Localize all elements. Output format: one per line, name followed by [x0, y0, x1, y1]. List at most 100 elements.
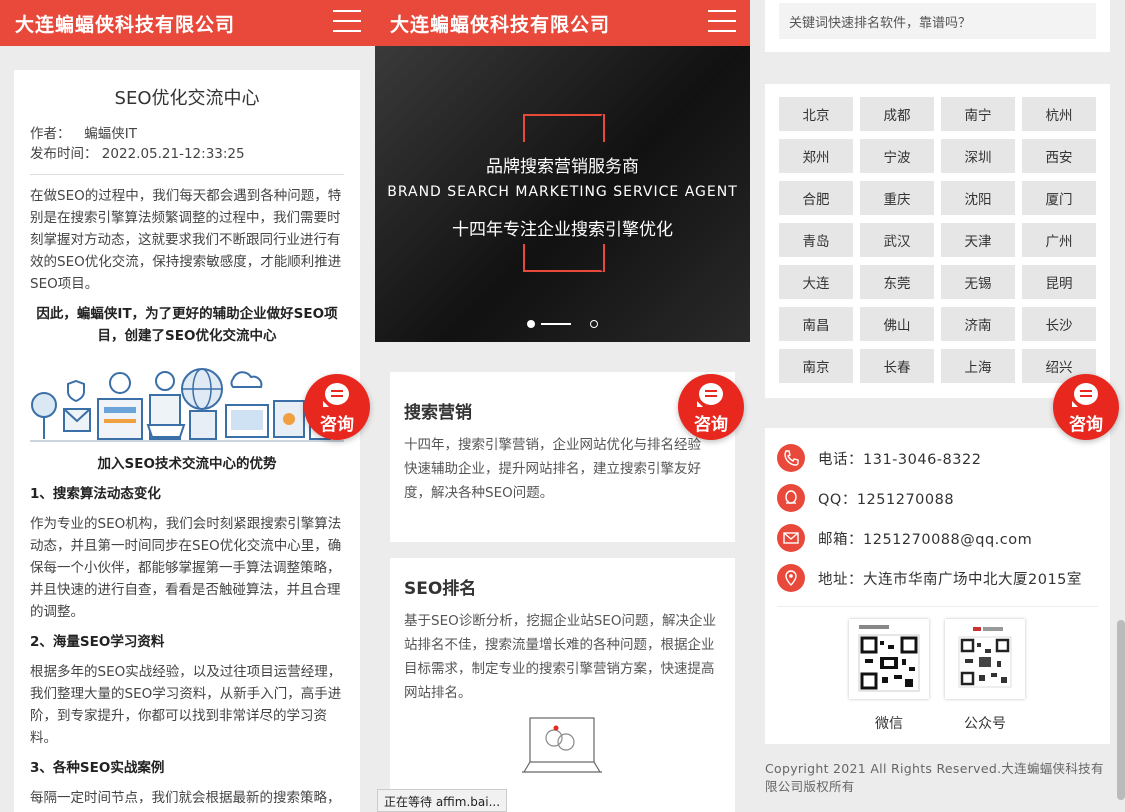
consult-label: 咨询 [1069, 415, 1103, 435]
article-column: 大连蝙蝠侠科技有限公司 SEO优化交流中心 作者： 蝙蝠侠IT 发布时间： 20… [0, 0, 375, 812]
city-link[interactable]: 西安 [1022, 139, 1096, 173]
city-link[interactable]: 杭州 [1022, 97, 1096, 131]
city-link[interactable]: 南宁 [941, 97, 1015, 131]
search-input[interactable] [779, 3, 1096, 39]
tech-icons-illustration [30, 368, 344, 442]
city-link[interactable]: 成都 [860, 97, 934, 131]
qr-official-account[interactable]: 公众号 [945, 619, 1025, 733]
official-account-label: 公众号 [964, 716, 1006, 732]
site-logo[interactable]: 大连蝙蝠侠科技有限公司 [390, 10, 610, 37]
service-title: SEO排名 [404, 579, 477, 599]
section-heading-2: 2、海量SEO学习资料 [30, 634, 165, 650]
browser-status-bar: 正在等待 affim.bai... [377, 789, 508, 812]
site-logo[interactable]: 大连蝙蝠侠科技有限公司 [15, 10, 235, 37]
home-column: 大连蝙蝠侠科技有限公司 品牌搜索营销服务商 BRAND SEARCH MARKE… [375, 0, 750, 812]
chat-icon [697, 383, 723, 407]
city-link[interactable]: 南昌 [779, 307, 853, 341]
service-title: 搜索营销 [404, 403, 472, 423]
city-link[interactable]: 广州 [1022, 223, 1096, 257]
city-link[interactable]: 深圳 [941, 139, 1015, 173]
wechat-qr-image [849, 619, 929, 699]
contact-phone[interactable]: 电话：131-3046-8322 [777, 438, 1098, 478]
article-card: SEO优化交流中心 作者： 蝙蝠侠IT 发布时间： 2022.05.21-12:… [14, 70, 360, 812]
city-link[interactable]: 天津 [941, 223, 1015, 257]
carousel-dot-active[interactable] [527, 320, 535, 328]
city-link[interactable]: 青岛 [779, 223, 853, 257]
city-link[interactable]: 武汉 [860, 223, 934, 257]
city-link[interactable]: 长沙 [1022, 307, 1096, 341]
menu-icon[interactable] [708, 10, 736, 34]
carousel-dot[interactable] [590, 320, 598, 328]
city-link[interactable]: 长春 [860, 349, 934, 383]
qr-wechat[interactable]: 微信 [849, 619, 929, 733]
wechat-label: 微信 [875, 716, 903, 732]
qq-text: QQ：1251270088 [818, 491, 955, 508]
service-text-2: 快速辅助企业，提升网站排名，建立搜索引擎友好度，解决各种SEO问题。 [404, 461, 701, 501]
divider [30, 174, 344, 175]
banner-tagline: 十四年专注企业搜索引擎优化 [452, 220, 673, 240]
consult-button[interactable]: 咨询 [678, 374, 744, 440]
article-highlight: 因此，蝙蝠侠IT，为了更好的辅助企业做好SEO项目，创建了SEO优化交流中心 [36, 306, 338, 344]
article-title: SEO优化交流中心 [114, 88, 260, 109]
service-card-seo-ranking[interactable]: SEO排名 基于SEO诊断分析，挖掘企业站SEO问题，解决企业站排名不佳，搜索流… [390, 558, 735, 812]
chat-icon [323, 383, 349, 407]
contact-email[interactable]: 邮箱：1251270088@qq.com [777, 518, 1098, 558]
city-link[interactable]: 厦门 [1022, 181, 1096, 215]
advantages-title: 加入SEO技术交流中心的优势 [97, 456, 277, 472]
seo-illustration [30, 361, 344, 443]
contact-address[interactable]: 地址：大连市华南广场中北大厦2015室 [777, 558, 1098, 598]
author-key: 作者： [30, 126, 71, 142]
article-meta: 作者： 蝙蝠侠IT 发布时间： 2022.05.21-12:33:25 [30, 124, 344, 164]
address-text: 地址：大连市华南广场中北大厦2015室 [818, 571, 1082, 588]
city-link[interactable]: 上海 [941, 349, 1015, 383]
city-link[interactable]: 南京 [779, 349, 853, 383]
consult-button[interactable]: 咨询 [1053, 374, 1119, 440]
carousel-indicators [527, 320, 607, 328]
section-text-1: 作为专业的SEO机构，我们会时刻紧跟搜索引擎算法动态，并且第一时间同步在SEO优… [30, 516, 342, 620]
official-account-qr-image [945, 619, 1025, 699]
city-link[interactable]: 重庆 [860, 181, 934, 215]
email-text: 邮箱：1251270088@qq.com [818, 531, 1033, 548]
city-link[interactable]: 无锡 [941, 265, 1015, 299]
section-text-3: 每隔一定时间节点，我们就会根据最新的搜索策略，推送不同行业以及不同类型网站的实战… [30, 790, 341, 806]
city-link[interactable]: 宁波 [860, 139, 934, 173]
scrollbar-thumb[interactable] [1117, 620, 1125, 800]
date-key: 发布时间： [30, 146, 98, 162]
city-panel: 北京 成都 南宁 杭州郑州 宁波 深圳 西安合肥 重庆 沈阳 厦门青岛 武汉 天津 广州大连 东莞 无锡 昆明… [765, 84, 1110, 398]
contact-panel: 电话：131-3046-8322 QQ：1251270088 邮箱：125127… [765, 428, 1110, 744]
header-bar: 大连蝙蝠侠科技有限公司 [0, 0, 375, 46]
banner-headline: 品牌搜索营销服务商 [486, 157, 639, 177]
divider [777, 606, 1098, 607]
consult-button[interactable]: 咨询 [304, 374, 370, 440]
qr-codes: 微信 公众号 [777, 619, 1098, 733]
city-grid: 北京 成都 南宁 杭州郑州 宁波 深圳 西安合肥 重庆 沈阳 厦门青岛 武汉 天津 广州大连 东莞 无锡 昆明… [779, 97, 1096, 383]
city-link[interactable]: 合肥 [779, 181, 853, 215]
city-link[interactable]: 大连 [779, 265, 853, 299]
city-link[interactable]: 沈阳 [941, 181, 1015, 215]
city-link[interactable]: 佛山 [860, 307, 934, 341]
qq-icon [777, 484, 805, 512]
city-link[interactable]: 济南 [941, 307, 1015, 341]
section-text-2: 根据多年的SEO实战经验，以及过往项目运营经理，我们整理大量的SEO学习资料，从… [30, 664, 342, 746]
carousel-progress [541, 323, 571, 325]
article-intro: 在做SEO的过程中，我们每天都会遇到各种问题，特别是在搜索引擎算法频繁调整的过程… [30, 188, 342, 292]
city-link[interactable]: 北京 [779, 97, 853, 131]
section-heading-1: 1、搜索算法动态变化 [30, 486, 161, 502]
city-link[interactable]: 东莞 [860, 265, 934, 299]
service-text: 十四年，搜索引擎营销，企业网站优化与排名经验 [404, 437, 701, 453]
author-name: 蝙蝠侠IT [84, 126, 138, 142]
city-link[interactable]: 昆明 [1022, 265, 1096, 299]
search-panel [765, 0, 1110, 52]
hero-banner[interactable]: 品牌搜索营销服务商 BRAND SEARCH MARKETING SERVICE… [375, 46, 750, 342]
phone-icon [777, 444, 805, 472]
publish-date: 2022.05.21-12:33:25 [101, 146, 245, 162]
section-heading-3: 3、各种SEO实战案例 [30, 760, 165, 776]
mail-icon [777, 524, 805, 552]
chat-icon [1072, 383, 1098, 407]
menu-icon[interactable] [333, 10, 361, 34]
contact-qq[interactable]: QQ：1251270088 [777, 478, 1098, 518]
location-icon [777, 564, 805, 592]
laptop-illustration [522, 717, 602, 773]
consult-label: 咨询 [694, 415, 728, 435]
city-link[interactable]: 郑州 [779, 139, 853, 173]
